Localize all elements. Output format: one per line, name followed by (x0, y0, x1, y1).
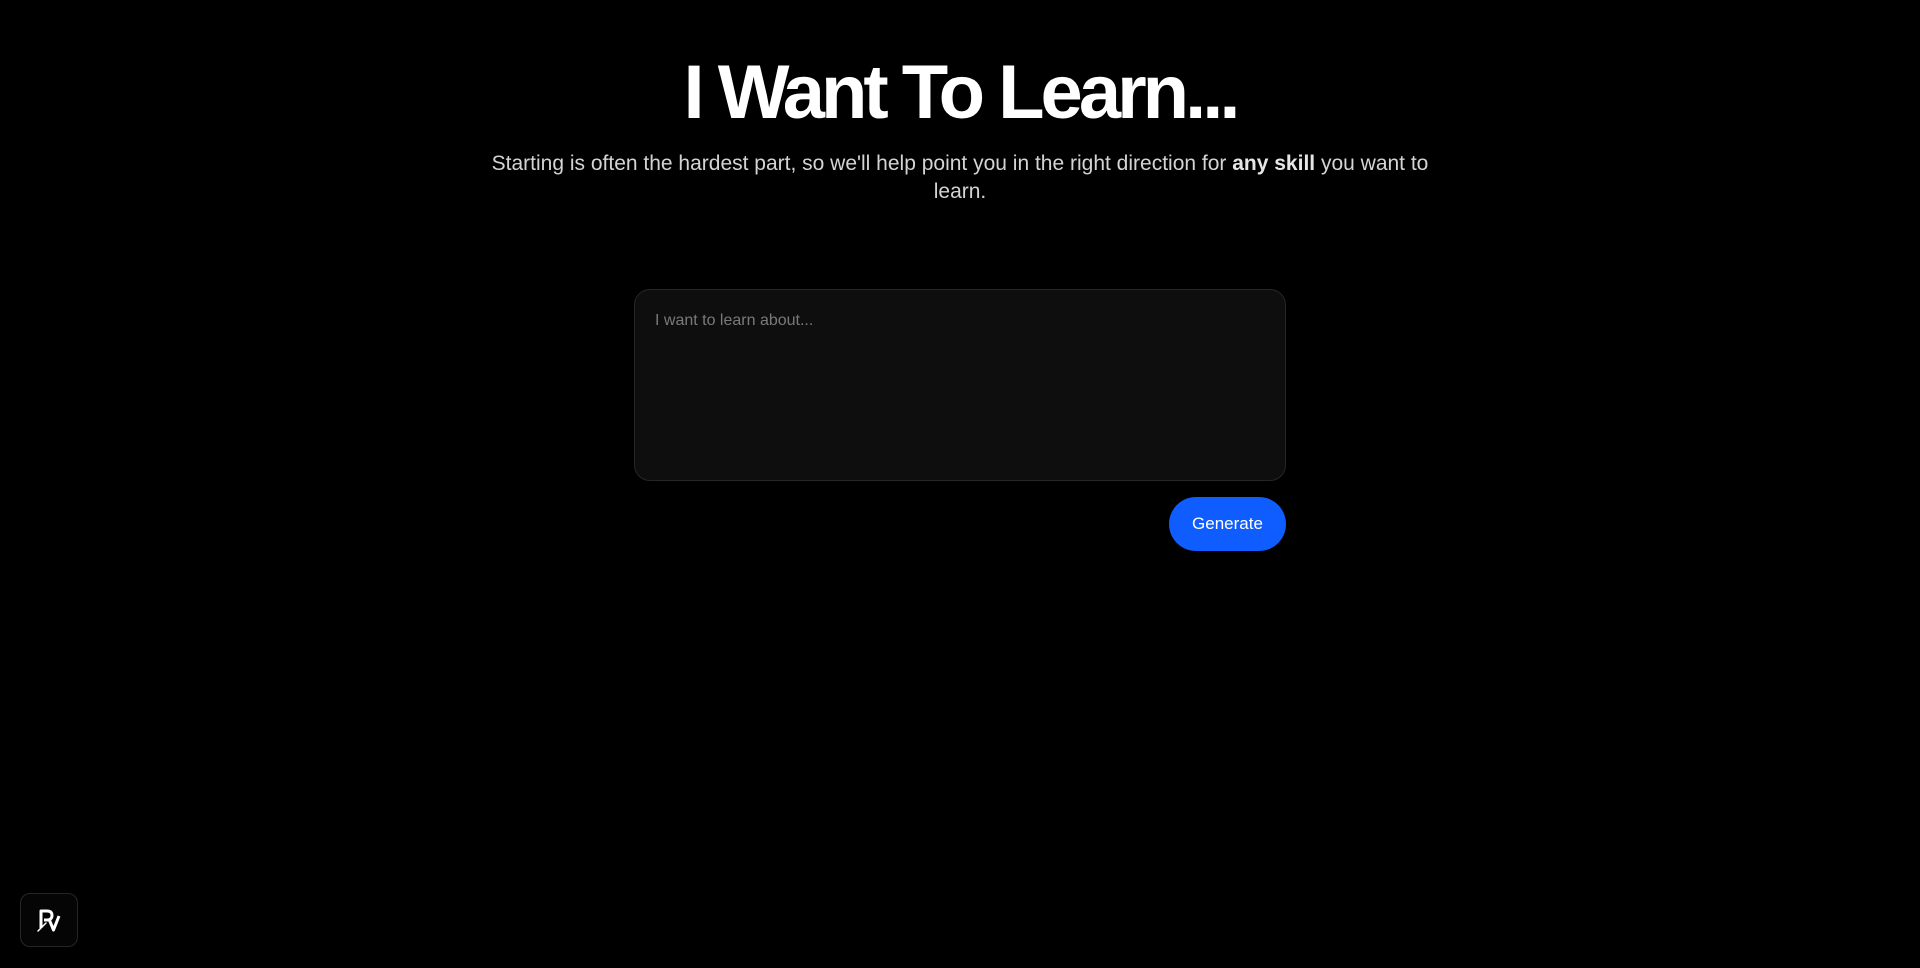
subtitle-text-start: Starting is often the hardest part, so w… (491, 152, 1233, 175)
subtitle-emphasis: any skill (1232, 152, 1316, 175)
learn-topic-input[interactable] (634, 289, 1286, 481)
page-title: I Want To Learn... (683, 50, 1241, 135)
generate-button[interactable]: Generate (1169, 497, 1286, 551)
brand-badge[interactable] (20, 893, 78, 947)
pv-logo-icon (37, 909, 61, 932)
hero-section: I Want To Learn... Starting is often the… (0, 0, 1920, 206)
page: I Want To Learn... Starting is often the… (0, 0, 1920, 968)
page-subtitle: Starting is often the hardest part, so w… (490, 150, 1430, 206)
